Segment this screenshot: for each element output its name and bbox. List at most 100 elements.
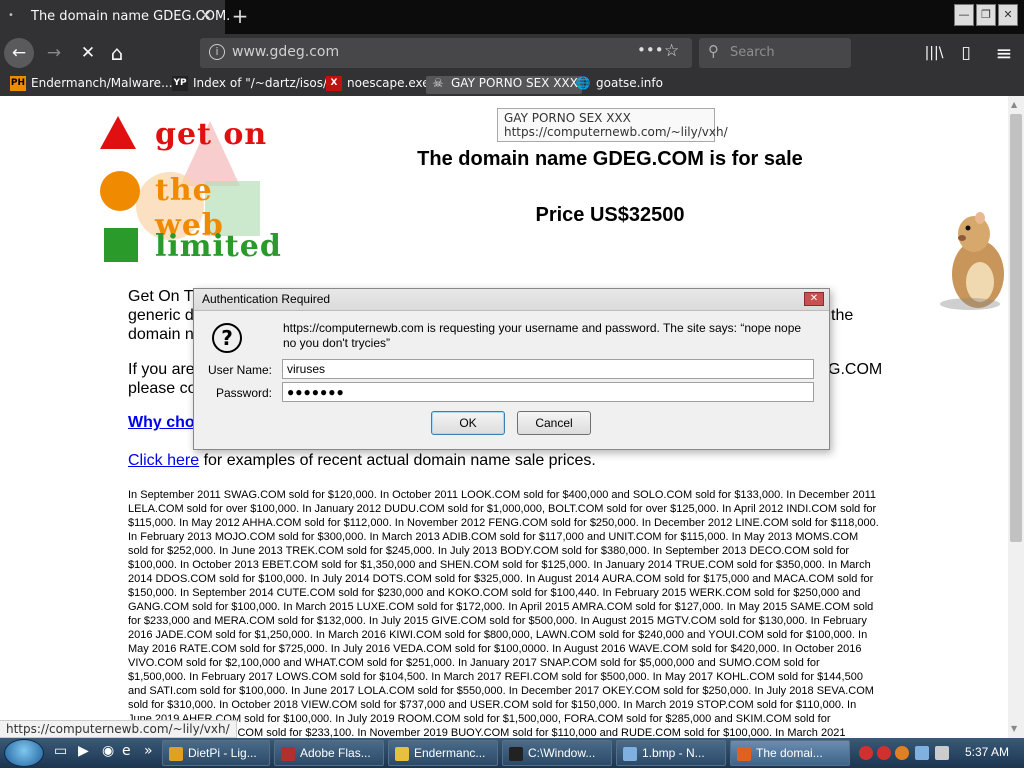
system-tray: 5:37 AM [855,740,1024,766]
password-label: Password: [215,386,272,400]
volume-icon[interactable] [935,746,949,760]
auth-dialog: Authentication Required ✕ ? https://comp… [193,288,830,450]
intro-text-right: the [831,307,854,324]
page-actions-icon[interactable]: ••• [637,41,664,59]
network-icon[interactable] [915,746,929,760]
bookmark-label: Index of "/~dartz/isos/" [193,76,333,90]
examples-text: for examples of recent actual domain nam… [199,452,596,469]
price-text: Price US$32500 [535,204,685,226]
tab-loading-icon: • [8,10,14,21]
search-icon: ⚲ [708,42,719,60]
bookmark-star-icon[interactable]: ☆ [664,41,679,61]
taskbar-item-firefox[interactable]: The domai... [730,740,850,766]
stop-button[interactable]: ✕ [74,38,102,68]
tab-bar: • The domain name GDEG.COM. ✕ + — ❐ ✕ [0,0,1024,34]
start-button[interactable] [4,739,44,767]
close-window-button[interactable]: ✕ [998,4,1018,26]
get-on-the-web-logo: get on the web limited [100,111,290,271]
intro-text-line2: generic d [128,307,194,324]
scroll-down-icon[interactable]: ▼ [1011,724,1017,733]
question-icon: ? [212,323,242,353]
back-button[interactable]: ← [4,38,34,68]
url-text[interactable]: www.gdeg.com [232,44,339,60]
x-favicon-icon: X [326,76,342,91]
bookmark-noescape[interactable]: Xnoescape.exe [326,76,430,94]
quicklaunch-ie-icon[interactable]: e [122,743,131,759]
clock[interactable]: 5:37 AM [965,745,1009,759]
tab-active[interactable]: • The domain name GDEG.COM. ✕ [0,0,230,34]
task-label: Endermanc... [414,746,486,760]
chrome-icon [169,746,183,761]
bookmarks-toolbar: PH Endermanch/Malware... YP Index of "/~da… [0,72,1024,96]
bookmark-label: GAY PORNO SEX XXX [451,76,578,90]
maximize-button[interactable]: ❐ [976,4,996,26]
home-button[interactable]: ⌂ [103,38,131,68]
logo-text-line3: limited [155,229,282,264]
contact-text-right: G.COM [828,361,883,378]
taskbar-item-cmd[interactable]: C:\Window... [502,740,612,766]
forward-button[interactable]: → [40,38,68,68]
nav-bar: ← → ✕ ⌂ i www.gdeg.com ••• ☆ ⚲ Search ||… [0,34,1024,72]
contact-text-line1: If you are [128,361,195,378]
ok-button[interactable]: OK [431,411,505,435]
why-choose-link[interactable]: Why cho [128,414,195,432]
taskbar: ▭ ▶ ◉ e » DietPi - Lig... Adobe Flas... … [0,738,1024,768]
minimize-button[interactable]: — [954,4,974,26]
contact-text-line2: please co [128,380,197,397]
search-box[interactable]: ⚲ Search [699,38,851,68]
tooltip-url: https://computernewb.com/~lily/vxh/ [504,125,728,139]
task-label: The domai... [756,746,823,760]
site-info-icon[interactable]: i [209,44,225,60]
task-label: 1.bmp - N... [642,746,705,760]
taskbar-item-dietpi[interactable]: DietPi - Lig... [162,740,270,766]
dialog-close-button[interactable]: ✕ [804,292,824,306]
bookmark-endermanch[interactable]: PH Endermanch/Malware... [10,76,173,94]
security-alert-icon[interactable] [859,746,873,760]
bookmark-index-dartz[interactable]: YP Index of "/~dartz/isos/" [172,76,333,94]
tab-close-icon[interactable]: ✕ [200,8,212,24]
bookmark-label: Endermanch/Malware... [31,76,173,90]
status-bar-url: https://computernewb.com/~lily/vxh/ [0,720,237,738]
scroll-up-icon[interactable]: ▲ [1011,100,1017,109]
dialog-titlebar[interactable]: Authentication Required [194,289,829,311]
menu-icon[interactable]: ≡ [990,38,1018,68]
task-label: C:\Window... [528,746,596,760]
username-input[interactable] [282,359,814,379]
bookmark-label: goatse.info [596,76,663,90]
task-label: DietPi - Lig... [188,746,257,760]
skull-favicon-icon: ☠ [432,76,444,90]
scrollbar-thumb[interactable] [1010,114,1022,542]
taskbar-item-notepad[interactable]: 1.bmp - N... [616,740,726,766]
sidebar-icon[interactable]: ▯ [952,38,980,68]
quicklaunch-browser-icon[interactable]: ◉ [102,743,114,759]
logo-text-line1: get on [155,117,268,152]
dancing-hamster-icon [940,212,1004,310]
notepad-icon [623,746,637,761]
search-tray-icon[interactable] [895,746,909,760]
library-icon[interactable]: |||\ [920,38,948,68]
taskbar-item-flash[interactable]: Adobe Flas... [274,740,384,766]
pornhub-favicon-icon: PH [10,76,26,91]
password-input[interactable] [282,382,814,402]
username-label: User Name: [207,363,272,377]
quicklaunch-more-arrow[interactable]: » [144,743,153,759]
search-placeholder: Search [730,45,775,60]
click-here-link[interactable]: Click here [128,452,199,469]
tooltip-title: GAY PORNO SEX XXX [504,111,631,125]
page-scrollbar[interactable]: ▲ ▼ [1008,96,1024,738]
url-bar[interactable]: i www.gdeg.com ••• ☆ [200,38,692,68]
flash-icon [281,746,295,761]
new-tab-button[interactable]: + [231,5,249,27]
folder-icon [395,746,409,761]
dialog-title: Authentication Required [202,292,331,306]
firefox-icon [737,746,751,761]
window-controls: — ❐ ✕ [952,4,1024,30]
yp-favicon-icon: YP [172,76,188,91]
quicklaunch-folder-icon[interactable]: ▭ [54,743,67,759]
blocked-icon[interactable] [877,746,891,760]
bookmark-gay-porno[interactable]: ☠ GAY PORNO SEX XXX [426,76,582,94]
bookmark-goatse[interactable]: 🌐 goatse.info [575,76,663,94]
taskbar-item-endermanch[interactable]: Endermanc... [388,740,498,766]
cancel-button[interactable]: Cancel [517,411,591,435]
quicklaunch-media-icon[interactable]: ▶ [78,743,89,759]
